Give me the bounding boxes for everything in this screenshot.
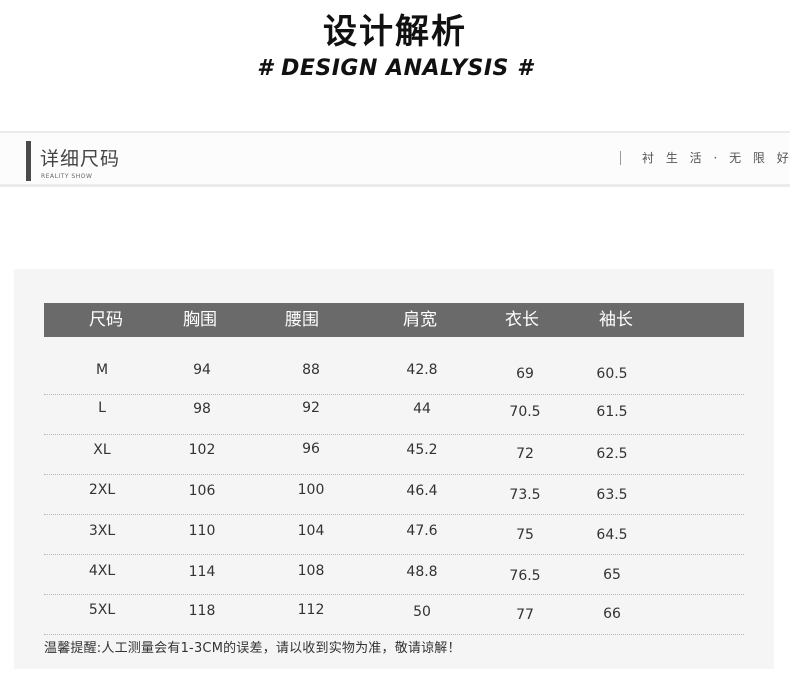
- cell-waist: 88: [302, 362, 320, 378]
- table-body: M 94 88 42.8 69 60.5 L 98 92 44 70.5 61.…: [44, 337, 744, 635]
- cell-chest: 106: [188, 483, 216, 499]
- size-chart-panel: 尺码 胸围 腰围 肩宽 衣长 袖长 M 94 88 42.8 69 60.5 L…: [14, 269, 774, 669]
- cell-waist: 104: [297, 523, 325, 539]
- page-title: 设计解析: [323, 12, 467, 52]
- cell-waist: 108: [297, 563, 325, 579]
- table-row: 4XL 114 108 48.8 76.5 65: [44, 555, 744, 595]
- col-header-length: 衣长: [505, 310, 539, 330]
- section-title: 详细尺码: [40, 148, 121, 170]
- cell-shoulder: 42.8: [406, 362, 438, 378]
- col-header-sleeve: 袖长: [599, 310, 633, 330]
- measurement-note: 温馨提醒:人工测量会有1-3CM的误差，请以收到实物为准，敬请谅解！: [44, 641, 461, 656]
- cell-chest: 98: [193, 401, 211, 417]
- design-header: 设计解析 # DESIGN ANALYSIS #: [0, 0, 790, 110]
- cell-sleeve: 66: [603, 606, 621, 622]
- cell-sleeve: 64.5: [596, 527, 628, 543]
- size-table: 尺码 胸围 腰围 肩宽 衣长 袖长 M 94 88 42.8 69 60.5 L…: [44, 303, 744, 635]
- cell-size: 5XL: [88, 602, 116, 618]
- cell-chest: 114: [188, 564, 216, 580]
- section-slogan: 衬 生 活 · 无 限 好: [642, 151, 790, 165]
- cell-shoulder: 48.8: [406, 564, 438, 580]
- col-header-waist: 腰围: [285, 310, 319, 330]
- cell-sleeve: 63.5: [596, 487, 628, 503]
- cell-size: L: [98, 400, 106, 416]
- table-row: 3XL 110 104 47.6 75 64.5: [44, 515, 744, 555]
- cell-waist: 112: [297, 602, 325, 618]
- cell-length: 76.5: [509, 568, 541, 584]
- cell-waist: 96: [302, 441, 320, 457]
- cell-length: 73.5: [509, 487, 541, 503]
- cell-length: 69: [516, 366, 534, 382]
- cell-shoulder: 46.4: [406, 483, 438, 499]
- cell-waist: 100: [297, 482, 325, 498]
- col-header-shoulder: 肩宽: [403, 310, 437, 330]
- table-row: L 98 92 44 70.5 61.5: [44, 395, 744, 435]
- cell-length: 77: [516, 607, 534, 623]
- cell-chest: 118: [188, 603, 216, 619]
- cell-chest: 102: [188, 442, 216, 458]
- cell-sleeve: 65: [603, 567, 621, 583]
- cell-size: M: [95, 362, 109, 378]
- cell-size: 2XL: [88, 482, 116, 498]
- cell-shoulder: 50: [413, 604, 431, 620]
- cell-sleeve: 62.5: [596, 446, 628, 462]
- cell-sleeve: 60.5: [596, 366, 628, 382]
- cell-waist: 92: [302, 400, 320, 416]
- table-row: 5XL 118 112 50 77 66: [44, 595, 744, 635]
- cell-size: XL: [93, 442, 111, 458]
- cell-shoulder: 44: [413, 401, 431, 417]
- col-header-size: 尺码: [89, 310, 123, 330]
- cell-chest: 110: [188, 523, 216, 539]
- cell-size: 4XL: [88, 563, 116, 579]
- col-header-chest: 胸围: [183, 310, 217, 330]
- cell-length: 70.5: [509, 404, 541, 420]
- page-subtitle: # DESIGN ANALYSIS #: [257, 56, 533, 81]
- table-row: M 94 88 42.8 69 60.5: [44, 337, 744, 395]
- section-header: 详细尺码 REALITY SHOW 衬 生 活 · 无 限 好: [0, 131, 790, 187]
- section-accent-bar: [26, 141, 31, 181]
- table-row: 2XL 106 100 46.4 73.5 63.5: [44, 475, 744, 515]
- cell-shoulder: 47.6: [406, 523, 438, 539]
- cell-sleeve: 61.5: [596, 404, 628, 420]
- section-subtitle: REALITY SHOW: [41, 173, 93, 180]
- table-header: 尺码 胸围 腰围 肩宽 衣长 袖长: [44, 303, 744, 337]
- cell-chest: 94: [193, 362, 211, 378]
- cell-length: 72: [516, 446, 534, 462]
- table-row: XL 102 96 45.2 72 62.5: [44, 435, 744, 475]
- section-divider: [620, 151, 621, 165]
- cell-length: 75: [516, 527, 534, 543]
- cell-shoulder: 45.2: [406, 442, 438, 458]
- cell-size: 3XL: [88, 523, 116, 539]
